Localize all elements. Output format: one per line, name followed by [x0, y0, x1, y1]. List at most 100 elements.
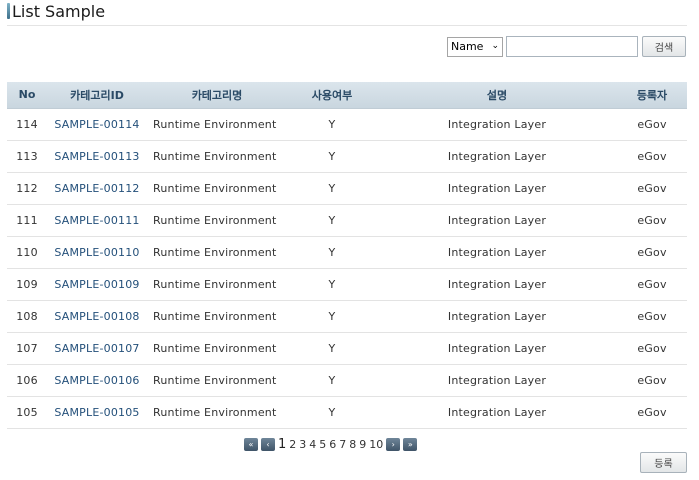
- cell-registrant: eGov: [617, 332, 687, 365]
- cell-category-name: Runtime Environment: [147, 108, 287, 141]
- cell-category-id[interactable]: SAMPLE-00107: [47, 332, 147, 365]
- table-row[interactable]: 107 SAMPLE-00107 Runtime Environment Y Integ…: [7, 332, 687, 365]
- search-condition-select[interactable]: Name ⌄: [447, 36, 503, 57]
- search-condition-value: Name: [451, 40, 484, 53]
- cell-description: Integration Layer: [377, 204, 617, 237]
- table-row[interactable]: 113 SAMPLE-00113 Runtime Environment Y Integ…: [7, 140, 687, 173]
- table-header-row: No 카테고리ID 카테고리명 사용여부 설명 등록자: [7, 82, 687, 109]
- cell-use-yn: Y: [287, 396, 377, 429]
- page-numbers: 1 2 3 4 5 6 7 8 9 10: [278, 437, 386, 452]
- cell-category-id[interactable]: SAMPLE-00105: [47, 396, 147, 429]
- header-category-name: 카테고리명: [147, 82, 287, 109]
- page-title: List Sample: [12, 1, 106, 21]
- pagination: « ‹ 1 2 3 4 5 6 7 8 9 10 › »: [244, 437, 420, 452]
- table-row[interactable]: 112 SAMPLE-00112 Runtime Environment Y Integ…: [7, 172, 687, 205]
- header-description: 설명: [377, 82, 617, 109]
- cell-registrant: eGov: [617, 140, 687, 173]
- cell-registrant: eGov: [617, 236, 687, 269]
- page-link-2[interactable]: 2: [289, 438, 296, 451]
- cell-category-id[interactable]: SAMPLE-00110: [47, 236, 147, 269]
- cell-use-yn: Y: [287, 332, 377, 365]
- table-row[interactable]: 114 SAMPLE-00114 Runtime Environment Y Integ…: [7, 108, 687, 141]
- cell-description: Integration Layer: [377, 108, 617, 141]
- cell-category-id[interactable]: SAMPLE-00114: [47, 108, 147, 141]
- cell-description: Integration Layer: [377, 364, 617, 397]
- cell-use-yn: Y: [287, 108, 377, 141]
- cell-category-id[interactable]: SAMPLE-00111: [47, 204, 147, 237]
- table-row[interactable]: 105 SAMPLE-00105 Runtime Environment Y Integ…: [7, 396, 687, 429]
- cell-no: 105: [7, 396, 47, 429]
- cell-category-name: Runtime Environment: [147, 300, 287, 333]
- cell-description: Integration Layer: [377, 172, 617, 205]
- cell-description: Integration Layer: [377, 236, 617, 269]
- cell-use-yn: Y: [287, 364, 377, 397]
- cell-registrant: eGov: [617, 396, 687, 429]
- header-use-yn: 사용여부: [287, 82, 377, 109]
- double-chevron-right-icon[interactable]: »: [403, 438, 418, 451]
- cell-use-yn: Y: [287, 140, 377, 173]
- table-row[interactable]: 110 SAMPLE-00110 Runtime Environment Y Integ…: [7, 236, 687, 269]
- table-row[interactable]: 106 SAMPLE-00106 Runtime Environment Y Integ…: [7, 364, 687, 397]
- cell-category-name: Runtime Environment: [147, 172, 287, 205]
- cell-registrant: eGov: [617, 204, 687, 237]
- cell-description: Integration Layer: [377, 300, 617, 333]
- cell-category-id[interactable]: SAMPLE-00112: [47, 172, 147, 205]
- cell-no: 113: [7, 140, 47, 173]
- cell-registrant: eGov: [617, 364, 687, 397]
- title-marker-icon: [7, 3, 10, 19]
- search-bar: Name ⌄ 검색: [447, 36, 686, 57]
- cell-no: 106: [7, 364, 47, 397]
- cell-no: 112: [7, 172, 47, 205]
- header-no: No: [7, 82, 47, 109]
- cell-use-yn: Y: [287, 172, 377, 205]
- table-row[interactable]: 111 SAMPLE-00111 Runtime Environment Y Integ…: [7, 204, 687, 237]
- page-link-1[interactable]: 1: [278, 437, 286, 452]
- search-input[interactable]: [506, 36, 638, 57]
- page-link-3[interactable]: 3: [299, 438, 306, 451]
- cell-no: 108: [7, 300, 47, 333]
- register-button[interactable]: 등록: [640, 452, 687, 473]
- cell-no: 109: [7, 268, 47, 301]
- page-link-7[interactable]: 7: [339, 438, 346, 451]
- cell-category-id[interactable]: SAMPLE-00109: [47, 268, 147, 301]
- chevron-down-icon: ⌄: [491, 40, 499, 51]
- page-link-5[interactable]: 5: [319, 438, 326, 451]
- header-registrant: 등록자: [617, 82, 687, 109]
- page-link-4[interactable]: 4: [309, 438, 316, 451]
- cell-registrant: eGov: [617, 172, 687, 205]
- cell-category-id[interactable]: SAMPLE-00108: [47, 300, 147, 333]
- cell-registrant: eGov: [617, 108, 687, 141]
- page-link-6[interactable]: 6: [329, 438, 336, 451]
- cell-use-yn: Y: [287, 236, 377, 269]
- cell-description: Integration Layer: [377, 396, 617, 429]
- cell-use-yn: Y: [287, 300, 377, 333]
- cell-description: Integration Layer: [377, 332, 617, 365]
- search-button[interactable]: 검색: [642, 36, 686, 57]
- cell-category-name: Runtime Environment: [147, 140, 287, 173]
- page-link-10[interactable]: 10: [369, 438, 383, 451]
- cell-no: 107: [7, 332, 47, 365]
- sample-list-table: No 카테고리ID 카테고리명 사용여부 설명 등록자 114 SAMPLE-00…: [7, 82, 687, 429]
- chevron-right-icon[interactable]: ›: [386, 438, 401, 451]
- cell-no: 110: [7, 236, 47, 269]
- cell-description: Integration Layer: [377, 140, 617, 173]
- cell-registrant: eGov: [617, 268, 687, 301]
- page-link-9[interactable]: 9: [359, 438, 366, 451]
- cell-category-name: Runtime Environment: [147, 364, 287, 397]
- page-link-8[interactable]: 8: [349, 438, 356, 451]
- cell-category-id[interactable]: SAMPLE-00106: [47, 364, 147, 397]
- cell-use-yn: Y: [287, 268, 377, 301]
- chevron-left-icon[interactable]: ‹: [261, 438, 275, 451]
- table-row[interactable]: 109 SAMPLE-00109 Runtime Environment Y Integ…: [7, 268, 687, 301]
- cell-category-id[interactable]: SAMPLE-00113: [47, 140, 147, 173]
- cell-registrant: eGov: [617, 300, 687, 333]
- table-row[interactable]: 108 SAMPLE-00108 Runtime Environment Y Integ…: [7, 300, 687, 333]
- cell-category-name: Runtime Environment: [147, 396, 287, 429]
- cell-no: 111: [7, 204, 47, 237]
- cell-use-yn: Y: [287, 204, 377, 237]
- cell-category-name: Runtime Environment: [147, 204, 287, 237]
- double-chevron-left-icon[interactable]: «: [244, 438, 258, 451]
- cell-description: Integration Layer: [377, 268, 617, 301]
- cell-category-name: Runtime Environment: [147, 236, 287, 269]
- title-divider: [7, 25, 687, 26]
